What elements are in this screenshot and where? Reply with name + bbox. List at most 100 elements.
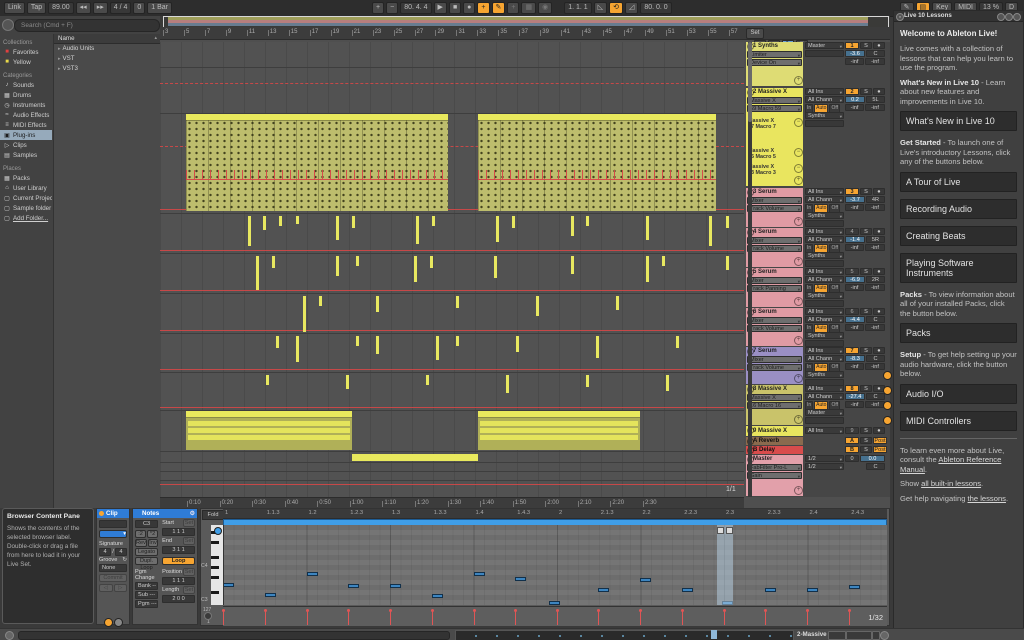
metronome-toggle[interactable]: 0 [133, 2, 145, 14]
short-note-bar[interactable] [586, 216, 589, 226]
add-automation-lane-button[interactable]: + [794, 415, 803, 424]
short-note-bar[interactable] [248, 216, 251, 246]
midi-note[interactable] [640, 578, 651, 582]
cue-out-chooser[interactable]: 1/2 [805, 455, 844, 462]
nudge-up-button[interactable]: ▸▸ [93, 2, 108, 14]
short-note-bar[interactable] [512, 216, 515, 228]
automation-control-chooser[interactable]: 59 Macro 59 [747, 105, 802, 112]
velocity-lane-toggle[interactable] [204, 612, 212, 620]
track-header-9-massive-x[interactable]: 9 Massive XAll Ins9S● [746, 426, 888, 436]
add-automation-lane-button[interactable]: + [794, 297, 803, 306]
selection-handle-right[interactable] [726, 527, 733, 534]
track-name[interactable]: 9 Massive X [746, 426, 803, 436]
clip-title-bar[interactable] [186, 411, 352, 418]
track-name[interactable]: 3 Serum [746, 188, 803, 196]
sidebar-item-drums[interactable]: ▦Drums [0, 90, 52, 100]
black-key[interactable] [211, 576, 219, 579]
input-type-chooser[interactable]: All Ins [805, 188, 844, 195]
add-automation-lane-button[interactable]: + [794, 374, 803, 383]
track-name[interactable]: 7 Serum [746, 347, 803, 355]
short-note-bar[interactable] [346, 375, 349, 389]
track-activator[interactable]: 3 [845, 188, 859, 195]
send-a-display[interactable]: -inf [845, 401, 864, 408]
pan-display[interactable]: C [866, 463, 885, 470]
sidebar-item-user-library[interactable]: ⌂User Library [0, 183, 52, 193]
transpose-field[interactable]: C3 [135, 520, 158, 528]
automation-line[interactable] [160, 83, 744, 84]
track-activator[interactable]: 6 [845, 308, 859, 315]
solo-button[interactable]: S [860, 228, 872, 235]
start-value[interactable]: 1 1 1 [162, 528, 195, 536]
short-note-bar[interactable] [426, 375, 429, 385]
track-header-b-delay[interactable]: B DelayBSPost [746, 446, 888, 454]
output-type-chooser[interactable]: Synths [805, 252, 844, 259]
velocity-stem[interactable] [849, 610, 850, 625]
home-icon[interactable] [1013, 13, 1021, 21]
punch-out-button[interactable]: ◿ [625, 2, 638, 14]
velocity-stem[interactable] [598, 610, 599, 625]
sidebar-item-favorites[interactable]: ■Favorites [0, 47, 52, 57]
short-note-bar[interactable] [356, 336, 359, 346]
arm-button[interactable]: ● [873, 427, 885, 434]
short-note-bar[interactable] [336, 216, 339, 240]
automation-control-chooser[interactable]: 16 Macro 16 [747, 402, 802, 409]
remove-lane-button[interactable]: − [794, 148, 803, 157]
beat-time-ruler[interactable]: 3579111315171921232527293133353739414345… [160, 27, 890, 40]
midi-clip-track8[interactable] [186, 411, 352, 450]
preview-headphone-toggle[interactable] [214, 527, 222, 535]
automation-control-chooser[interactable]: Track Volume [747, 205, 802, 212]
close-icon[interactable]: × [896, 13, 904, 21]
track-name[interactable]: 2 Massive X [746, 88, 803, 96]
velocity-lane[interactable] [223, 606, 887, 626]
return-track-name[interactable]: B Delay [746, 446, 803, 454]
pan-display[interactable]: 4R [866, 196, 885, 203]
automation-square-wave[interactable] [478, 170, 716, 180]
arm-button[interactable]: ● [873, 347, 885, 354]
rev-button[interactable]: Rev [135, 539, 147, 547]
short-note-bar[interactable] [571, 256, 574, 274]
velocity-stem[interactable] [557, 610, 558, 625]
short-note-bar[interactable] [596, 336, 599, 358]
midi-note[interactable] [265, 593, 276, 597]
stop-button[interactable]: ■ [449, 2, 461, 14]
track-header-1-synths[interactable]: 1 SynthsLimiterDevice On+Master1S●-3.6C-… [746, 42, 888, 86]
midi-note[interactable] [807, 588, 818, 592]
volume-display[interactable]: -27.4 [845, 393, 865, 400]
2-button[interactable]: :2 [135, 530, 146, 538]
track-header-4-serum[interactable]: 4 SerumMixerTrack Volume+All InsAll Chan… [746, 228, 888, 267]
input-channel-chooser[interactable]: All Chann [805, 236, 844, 243]
input-type-chooser[interactable]: All Ins [805, 385, 844, 392]
expand-triangle-icon[interactable]: ▸ [58, 56, 61, 62]
solo-button[interactable]: S [860, 427, 872, 434]
volume-display[interactable]: -4.4 [845, 316, 865, 323]
clip-title-bar[interactable] [478, 411, 640, 418]
pan-display[interactable]: 5L [866, 96, 885, 103]
short-note-bar[interactable] [263, 216, 266, 230]
play-button[interactable]: ▶ [434, 2, 447, 14]
short-note-bar[interactable] [726, 256, 729, 270]
short-note-bar[interactable] [586, 375, 589, 387]
solo-button[interactable]: S [860, 88, 872, 95]
pan-display[interactable]: 2R [866, 276, 885, 283]
output-type-chooser[interactable]: Synths [805, 332, 844, 339]
track-header-master[interactable]: MasterFabFilter Pro-LGain1/21/200.0C+ [746, 455, 888, 496]
midi-note[interactable] [223, 583, 234, 587]
solo-button[interactable]: S [860, 446, 872, 453]
solo-button[interactable]: S [860, 385, 872, 392]
cue-volume[interactable]: 0 [845, 455, 859, 462]
velocity-stem[interactable] [307, 610, 308, 625]
lesson-button-recording-audio[interactable]: Recording Audio [900, 199, 1017, 219]
midi-note[interactable] [348, 584, 359, 588]
automation-control-chooser[interactable]: Device On [747, 59, 802, 66]
lesson-link[interactable]: all built-in lessons [921, 479, 981, 488]
clip-overview-strip[interactable] [455, 630, 794, 640]
solo-button[interactable]: S [860, 437, 872, 444]
short-note-bar[interactable] [456, 296, 459, 308]
device-selector[interactable]: Massive X [747, 394, 802, 401]
device-selector[interactable]: Mixer [747, 356, 802, 363]
sidebar-item-sample-folder[interactable]: ▢Sample folder [0, 203, 52, 213]
remove-lane-button[interactable]: − [794, 164, 803, 173]
pan-display[interactable]: C [866, 355, 885, 362]
device-chain-mini-3[interactable] [872, 631, 880, 640]
short-note-bar[interactable] [416, 216, 419, 244]
